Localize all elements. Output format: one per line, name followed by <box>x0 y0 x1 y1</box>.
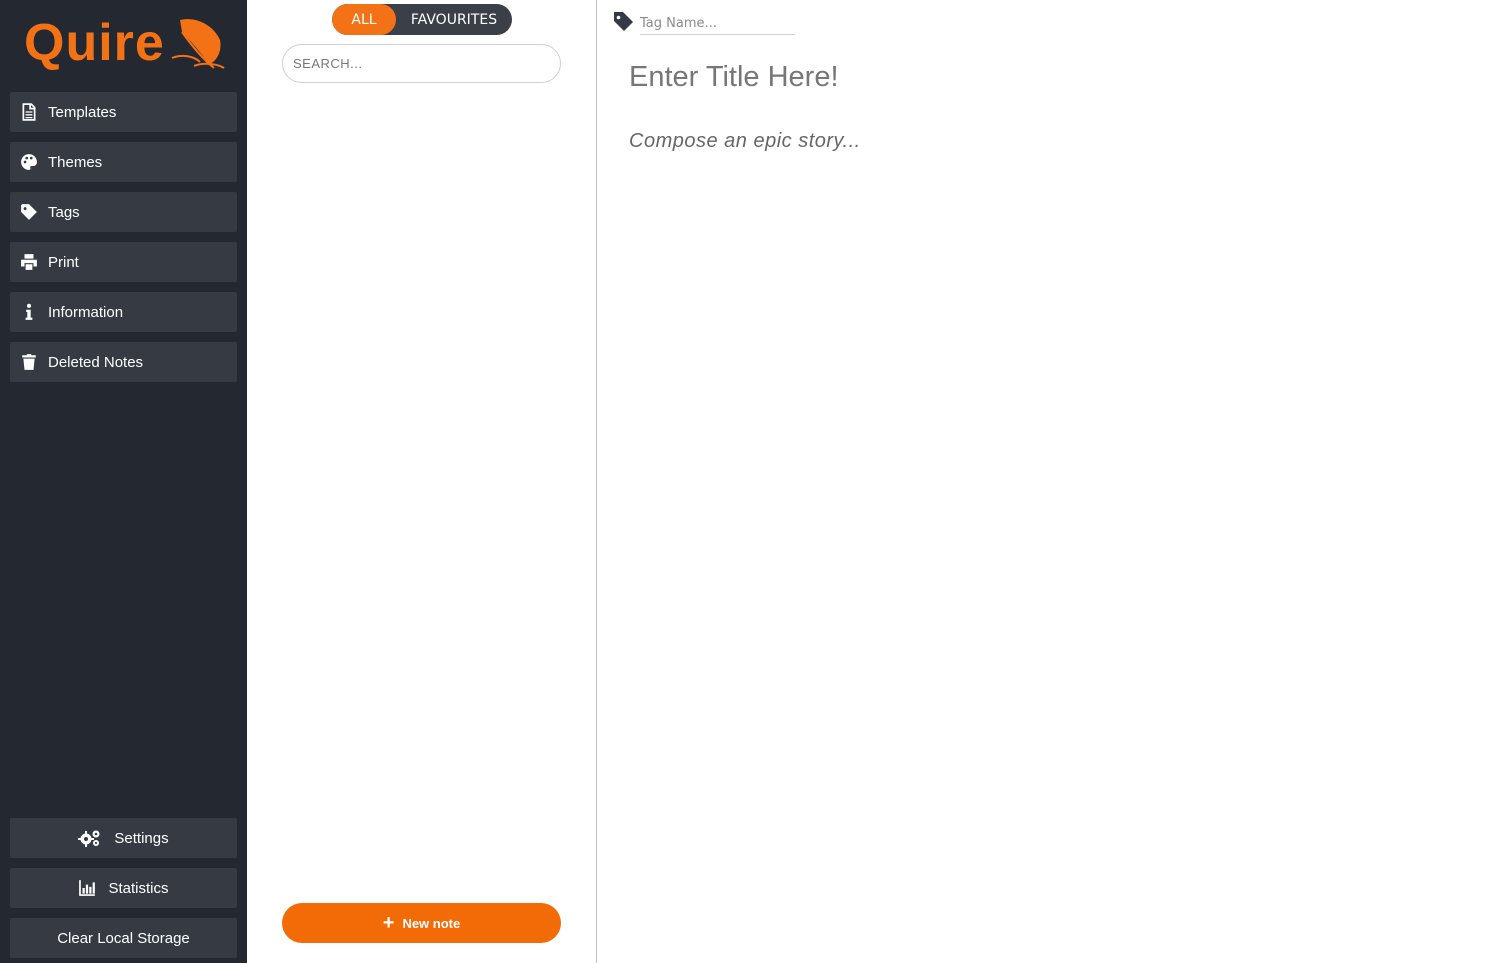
tag-icon <box>614 12 633 31</box>
clear-local-storage-label: Clear Local Storage <box>57 929 190 947</box>
statistics-button[interactable]: Statistics <box>10 868 237 908</box>
sidebar-item-label: Information <box>48 303 124 321</box>
file-icon <box>20 103 38 121</box>
logo-text: Quire <box>24 14 165 72</box>
notes-filter-toggle: ALL FAVOURITES <box>332 4 512 35</box>
tag-icon <box>20 203 38 221</box>
sidebar-item-themes[interactable]: Themes <box>10 142 237 182</box>
sidebar-item-label: Templates <box>48 103 117 121</box>
gears-icon <box>78 829 102 847</box>
trash-icon <box>20 353 38 371</box>
sidebar-item-deleted-notes[interactable]: Deleted Notes <box>10 342 237 382</box>
clear-local-storage-button[interactable]: Clear Local Storage <box>10 918 237 958</box>
search-input[interactable] <box>282 44 561 83</box>
tab-all[interactable]: ALL <box>332 4 396 35</box>
plus-icon: + <box>382 912 395 934</box>
sidebar-item-templates[interactable]: Templates <box>10 92 237 132</box>
note-body-textarea[interactable] <box>627 128 1471 932</box>
palette-icon <box>20 153 38 171</box>
settings-button[interactable]: Settings <box>10 818 237 858</box>
settings-label: Settings <box>114 829 169 847</box>
sidebar-item-tags[interactable]: Tags <box>10 192 237 232</box>
new-note-label: New note <box>402 915 461 931</box>
statistics-label: Statistics <box>108 879 169 897</box>
new-note-button[interactable]: + New note <box>282 903 561 943</box>
sidebar-item-label: Deleted Notes <box>48 353 144 371</box>
tab-favourites[interactable]: FAVOURITES <box>396 4 512 35</box>
printer-icon <box>20 253 38 271</box>
sidebar-item-print[interactable]: Print <box>10 242 237 282</box>
sidebar: Quire Templates Themes Tags Print Inform <box>0 0 247 963</box>
info-icon <box>20 303 38 321</box>
bar-chart-icon <box>78 879 96 897</box>
note-editor <box>597 0 1504 963</box>
notes-panel: ALL FAVOURITES + New note <box>247 0 597 963</box>
sidebar-item-label: Themes <box>48 153 103 171</box>
sidebar-item-information[interactable]: Information <box>10 292 237 332</box>
sidebar-item-label: Print <box>48 253 79 271</box>
tag-name-input[interactable] <box>640 12 795 35</box>
note-title-input[interactable] <box>627 56 1451 98</box>
quire-logo: Quire <box>24 14 225 72</box>
sidebar-item-label: Tags <box>48 203 80 221</box>
